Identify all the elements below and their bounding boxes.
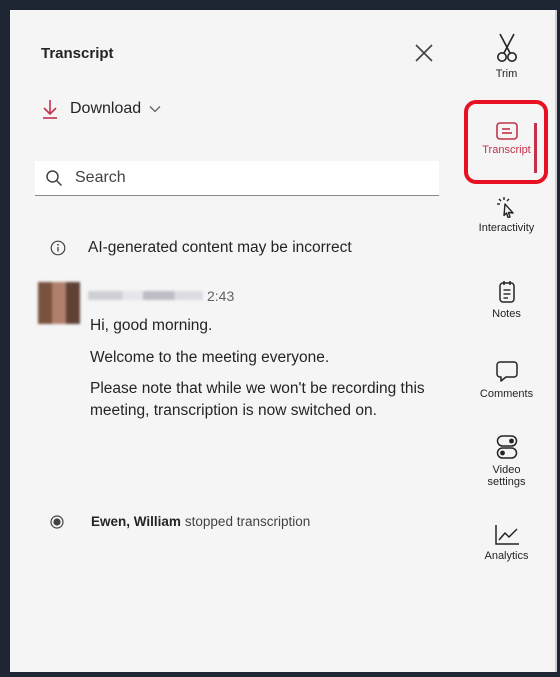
transcription-event: Ewen, William stopped transcription xyxy=(50,514,310,529)
cursor-click-icon xyxy=(496,197,514,218)
chevron-down-icon xyxy=(149,106,161,113)
rail-item-trim[interactable]: Trim xyxy=(460,32,553,80)
entry-timestamp[interactable]: 2:43 xyxy=(207,288,234,304)
rail-label-video-settings: Video settings xyxy=(487,464,526,488)
search-box[interactable] xyxy=(35,161,439,196)
rail-item-analytics[interactable]: Analytics xyxy=(460,524,553,562)
panel-title: Transcript xyxy=(41,45,114,62)
download-icon xyxy=(43,100,57,119)
speaker-name-redacted xyxy=(88,291,203,300)
rail-label-analytics: Analytics xyxy=(484,550,529,562)
event-text: stopped transcription xyxy=(184,514,311,529)
close-icon[interactable] xyxy=(413,42,435,64)
transcript-line[interactable]: Please note that while we won't be recor… xyxy=(90,378,435,422)
avatar xyxy=(38,282,80,324)
rail-label-notes: Notes xyxy=(492,308,521,320)
record-stop-icon xyxy=(50,514,64,529)
transcript-line[interactable]: Hi, good morning. xyxy=(90,315,435,337)
event-user: Ewen, William xyxy=(91,514,181,529)
ai-disclaimer: AI-generated content may be incorrect xyxy=(50,239,352,257)
ai-disclaimer-text: AI-generated content may be incorrect xyxy=(88,239,352,256)
rail-label-interactivity: Interactivity xyxy=(478,222,535,234)
video-settings-icon xyxy=(496,435,517,459)
transcript-panel: Transcript Download Search AI-generated … xyxy=(10,10,460,672)
rail-label-trim: Trim xyxy=(495,68,518,80)
scissors-icon xyxy=(496,33,517,62)
download-label: Download xyxy=(70,100,142,117)
info-icon xyxy=(50,240,66,256)
rail-item-comments[interactable]: Comments xyxy=(460,360,553,400)
transcript-line[interactable]: Welcome to the meeting everyone. xyxy=(90,347,435,369)
search-input[interactable] xyxy=(73,168,427,188)
rail-item-interactivity[interactable]: Interactivity xyxy=(460,196,553,234)
highlight-annotation xyxy=(464,100,548,184)
comment-icon xyxy=(495,361,518,382)
rail-item-notes[interactable]: Notes xyxy=(460,280,553,320)
notes-icon xyxy=(498,281,515,303)
rail-label-comments: Comments xyxy=(479,388,534,400)
recording-side-panel: Transcript Download Search AI-generated … xyxy=(10,10,557,672)
rail-item-video-settings[interactable]: Video settings xyxy=(460,434,553,488)
search-icon xyxy=(46,170,63,187)
download-button[interactable]: Download xyxy=(41,98,161,120)
analytics-icon xyxy=(494,525,519,545)
